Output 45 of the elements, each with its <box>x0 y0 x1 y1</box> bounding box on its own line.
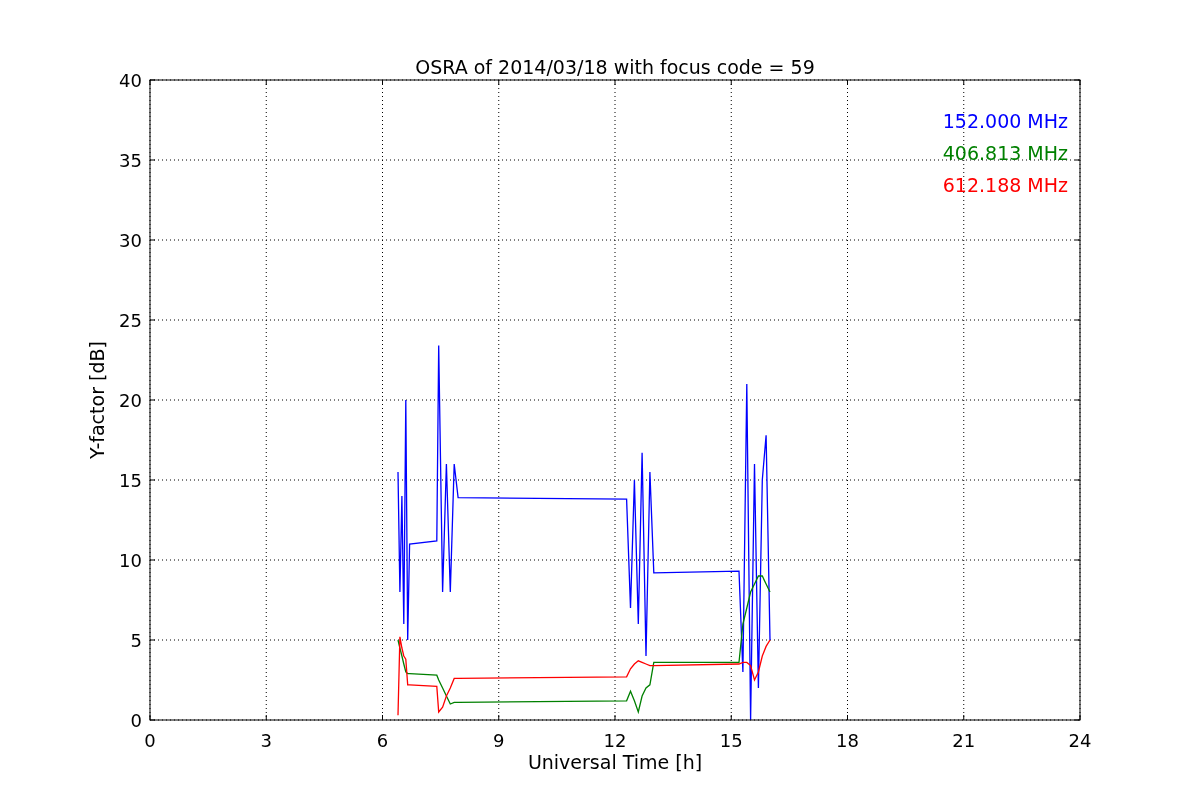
tick-label: 15 <box>719 730 743 751</box>
tick-mark <box>498 714 500 721</box>
tick-mark <box>382 79 383 86</box>
tick-mark <box>730 79 732 86</box>
tick-label: 18 <box>836 730 859 751</box>
tick-mark <box>847 714 848 721</box>
tick-mark <box>149 399 156 401</box>
tick-label: 10 <box>119 550 142 571</box>
tick-mark <box>149 639 156 641</box>
chart-title: OSRA of 2014/03/18 with focus code = 59 <box>415 56 815 78</box>
axis-label: Y-factor [dB] <box>86 341 108 459</box>
tick-label: 40 <box>119 70 142 91</box>
tick-label: 6 <box>376 730 389 751</box>
tick-mark <box>149 159 156 161</box>
tick-label: 12 <box>603 730 627 751</box>
tick-label: 25 <box>119 310 142 331</box>
tick-mark <box>382 714 383 721</box>
tick-mark <box>498 79 500 86</box>
axis-label: Universal Time [h] <box>527 751 703 773</box>
tick-label: 3 <box>260 730 272 751</box>
tick-label: 35 <box>119 150 142 171</box>
tick-mark <box>730 714 732 721</box>
tick-mark <box>149 239 156 241</box>
tick-mark <box>614 79 616 86</box>
tick-mark <box>614 714 616 721</box>
legend-label: 406.813 MHz <box>942 142 1068 164</box>
tick-mark <box>149 559 156 561</box>
tick-mark <box>847 79 848 86</box>
tick-label: 20 <box>119 390 142 411</box>
tick-mark <box>963 79 965 86</box>
tick-mark <box>149 319 156 321</box>
legend-label: 612.188 MHz <box>942 174 1068 196</box>
tick-label: 24 <box>1068 730 1092 751</box>
tick-label: 30 <box>119 230 142 251</box>
tick-label: 0 <box>130 710 142 731</box>
tick-label: 15 <box>119 470 142 491</box>
tick-label: 21 <box>952 730 976 751</box>
tick-mark <box>963 714 965 721</box>
legend-label: 152.000 MHz <box>942 110 1068 132</box>
tick-mark <box>149 479 156 481</box>
tick-mark <box>265 79 267 86</box>
tick-label: 0 <box>144 730 156 751</box>
tick-mark <box>265 714 267 721</box>
tick-label: 9 <box>493 730 505 751</box>
tick-label: 5 <box>130 630 142 651</box>
